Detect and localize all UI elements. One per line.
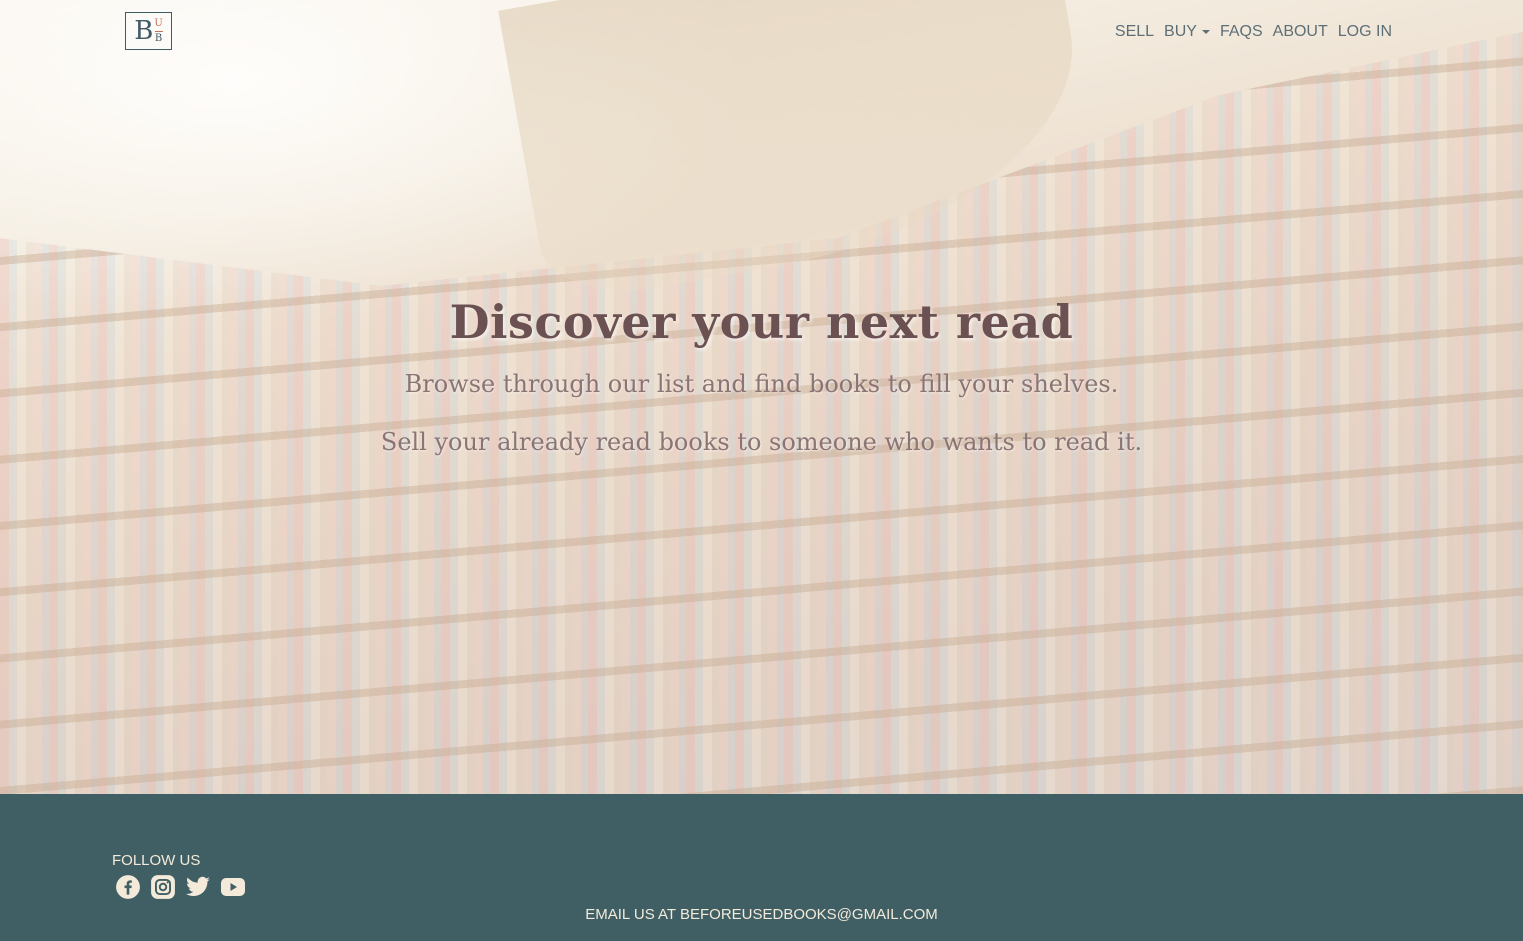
logo-letter-stack: U B	[154, 17, 163, 44]
youtube-icon[interactable]	[220, 874, 246, 900]
logo-letter-bottom: B	[154, 32, 163, 44]
nav-item-label: SELL	[1114, 23, 1155, 40]
nav-item-label: LOG IN	[1337, 23, 1392, 40]
logo-divider	[154, 30, 163, 32]
footer-email[interactable]: EMAIL US AT BEFOREUSEDBOOKS@GMAIL.COM	[0, 906, 1523, 923]
caret-down-icon	[1201, 30, 1210, 34]
social-links	[115, 874, 246, 900]
hero-subtitle-sell: Sell your already read books to someone …	[380, 428, 1143, 456]
nav-item-sell[interactable]: SELL	[1110, 21, 1159, 43]
main-nav: SELL BUY FAQS ABOUT LOG IN	[1110, 21, 1397, 43]
logo-letter-top: U	[154, 17, 163, 29]
nav-item-faqs[interactable]: FAQS	[1215, 21, 1268, 43]
twitter-icon[interactable]	[185, 874, 211, 900]
site-footer: FOLLOW US EMAIL US AT BEFOREUSEDBOOKS@GM…	[0, 794, 1523, 941]
site-logo[interactable]: B U B	[125, 12, 172, 50]
nav-item-about[interactable]: ABOUT	[1268, 21, 1333, 43]
facebook-icon[interactable]	[115, 874, 141, 900]
nav-item-label: FAQS	[1219, 23, 1263, 40]
nav-item-label: ABOUT	[1272, 23, 1328, 40]
nav-item-label: BUY	[1164, 23, 1197, 40]
logo-letter-main: B	[134, 16, 154, 46]
nav-item-login[interactable]: LOG IN	[1333, 21, 1397, 43]
hero-subtitle-browse: Browse through our list and find books t…	[404, 370, 1119, 398]
instagram-icon[interactable]	[150, 874, 176, 900]
follow-us-label: FOLLOW US	[112, 852, 201, 869]
hero-banner: B U B SELL BUY FAQS ABOUT LOG IN Discove…	[0, 0, 1523, 794]
nav-item-buy[interactable]: BUY	[1159, 21, 1215, 43]
hero-title: Discover your next read	[449, 295, 1074, 349]
